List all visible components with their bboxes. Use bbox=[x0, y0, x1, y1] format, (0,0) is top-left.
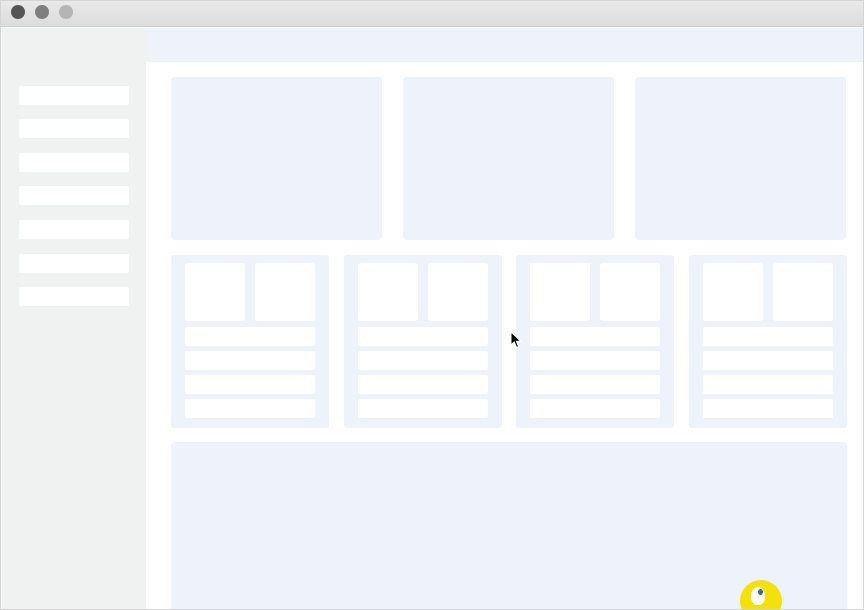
small-card-2[interactable] bbox=[344, 255, 502, 428]
card-text-line bbox=[530, 351, 660, 370]
app-window bbox=[0, 0, 864, 610]
small-card-4[interactable] bbox=[689, 255, 847, 428]
sidebar-item-5[interactable] bbox=[19, 220, 129, 239]
title-bar bbox=[1, 1, 863, 27]
sidebar-item-2[interactable] bbox=[19, 119, 129, 138]
card-text-line bbox=[358, 351, 488, 370]
card-text-line bbox=[703, 399, 833, 418]
card-thumbnail bbox=[358, 263, 418, 321]
sidebar-item-6[interactable] bbox=[19, 254, 129, 273]
card-text-line bbox=[185, 351, 315, 370]
minimize-window-button[interactable] bbox=[35, 5, 49, 19]
card-thumbnail bbox=[703, 263, 763, 321]
mouse-cursor-icon bbox=[510, 331, 522, 349]
top-bar bbox=[146, 28, 863, 62]
small-card-3[interactable] bbox=[516, 255, 674, 428]
card-text-line bbox=[703, 375, 833, 394]
card-thumbnail bbox=[255, 263, 315, 321]
card-text-line bbox=[358, 375, 488, 394]
card-text-line bbox=[185, 327, 315, 346]
zoom-window-button[interactable] bbox=[59, 5, 73, 19]
click-indicator-dot bbox=[758, 589, 763, 595]
sidebar bbox=[2, 28, 146, 609]
sidebar-item-1[interactable] bbox=[19, 86, 129, 105]
sidebar-item-7[interactable] bbox=[19, 287, 129, 306]
main-content bbox=[146, 62, 863, 609]
feature-card-2[interactable] bbox=[403, 77, 614, 240]
sidebar-item-3[interactable] bbox=[19, 153, 129, 172]
card-thumbnail bbox=[530, 263, 590, 321]
card-thumbnail bbox=[185, 263, 245, 321]
card-thumbnail bbox=[428, 263, 488, 321]
card-thumbnail bbox=[773, 263, 833, 321]
card-text-line bbox=[530, 375, 660, 394]
card-text-line bbox=[185, 399, 315, 418]
card-text-line bbox=[185, 375, 315, 394]
feature-card-1[interactable] bbox=[171, 77, 382, 240]
sidebar-item-4[interactable] bbox=[19, 186, 129, 205]
feature-card-3[interactable] bbox=[635, 77, 846, 240]
card-text-line bbox=[358, 399, 488, 418]
card-text-line bbox=[703, 351, 833, 370]
card-text-line bbox=[358, 327, 488, 346]
card-text-line bbox=[530, 399, 660, 418]
card-text-line bbox=[530, 327, 660, 346]
small-card-1[interactable] bbox=[171, 255, 329, 428]
close-window-button[interactable] bbox=[11, 5, 25, 19]
card-text-line bbox=[703, 327, 833, 346]
card-thumbnail bbox=[600, 263, 660, 321]
